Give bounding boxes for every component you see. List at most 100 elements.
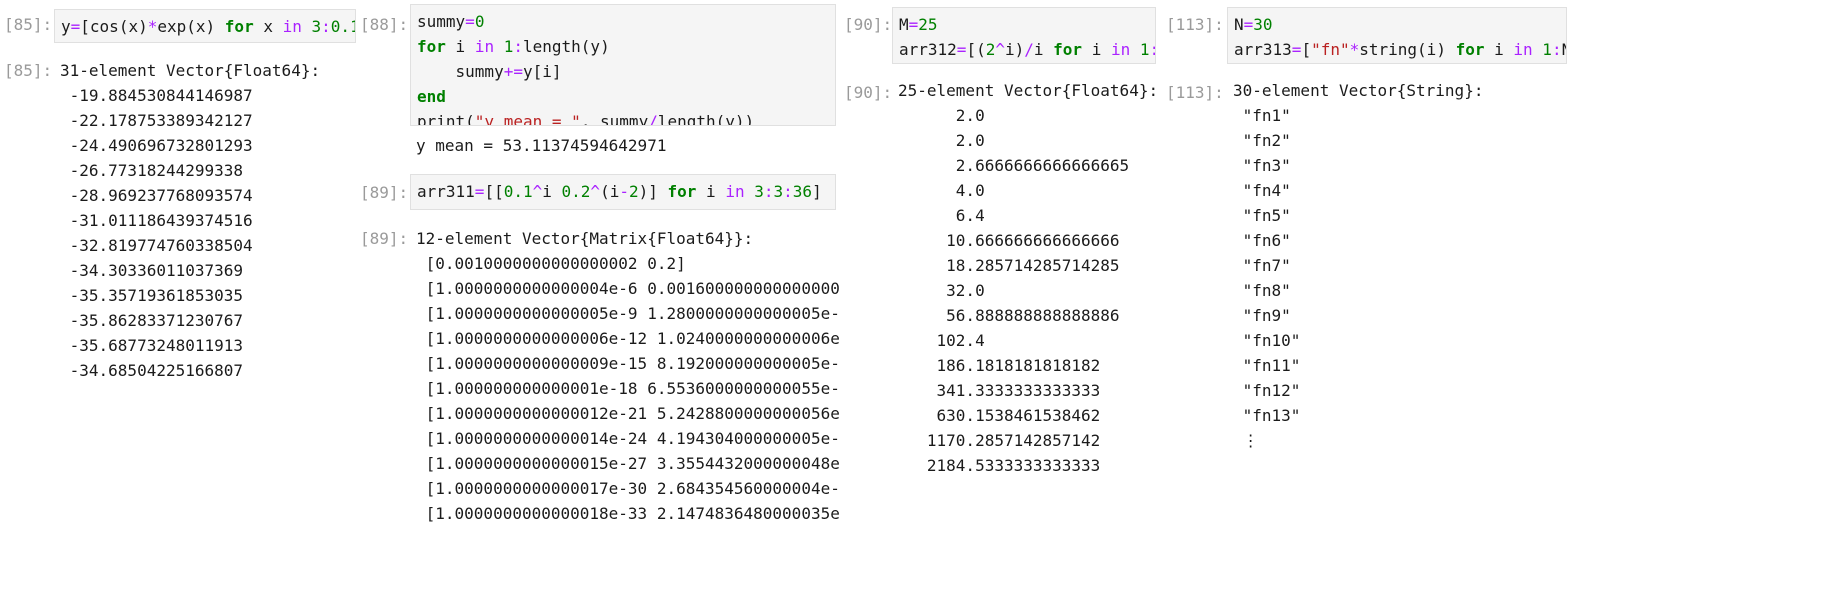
input-prompt: [85]: xyxy=(4,15,53,34)
code-token: arr311 xyxy=(417,182,475,201)
output-line: -35.68773248011913 xyxy=(60,336,244,355)
code-cell-input[interactable]: N=30arr313=["fn"*string(i) for i in 1:N] xyxy=(1227,7,1567,64)
code-token: 30 xyxy=(1253,15,1273,34)
code-line[interactable]: arr311=[[0.1^i 0.2^(i-2)] for i in 3:3:3… xyxy=(417,179,829,204)
output-line: 2.6666666666666665 xyxy=(898,156,1130,175)
output-line: -34.30336011037369 xyxy=(60,261,244,280)
cell-output: 12-element Vector{Matrix{Float64}}: [0.0… xyxy=(416,226,840,526)
code-line[interactable]: N=30 xyxy=(1234,12,1560,37)
code-token: = xyxy=(474,182,485,201)
code-token: exp(x) xyxy=(157,17,225,36)
stdout-line: y mean = 53.11374594642971 xyxy=(416,136,667,155)
code-token: for xyxy=(224,17,254,36)
code-cell-input[interactable]: M=25arr312=[(2^i)/i for i in 1:M] xyxy=(892,7,1156,64)
code-line[interactable]: M=25 xyxy=(899,12,1149,37)
output-line: 1170.2857142857142 xyxy=(898,431,1101,450)
code-token: print( xyxy=(417,112,475,126)
output-line: 10.666666666666666 xyxy=(898,231,1120,250)
code-token: [ xyxy=(1301,40,1312,59)
cell-output: 25-element Vector{Float64}: 2.0 2.0 2.66… xyxy=(898,78,1160,476)
output-line: 2.0 xyxy=(898,131,985,150)
code-line[interactable]: arr312=[(2^i)/i for i in 1:M] xyxy=(899,37,1155,62)
output-line: "fn8" xyxy=(1233,281,1291,300)
output-line: 2184.5333333333333 xyxy=(898,456,1101,475)
code-token: M xyxy=(899,15,909,34)
code-token: (i xyxy=(600,182,620,201)
code-token: i xyxy=(1033,40,1054,59)
output-line: 32.0 xyxy=(898,281,985,300)
output-line: 56.888888888888886 xyxy=(898,306,1120,325)
output-line: [1.0000000000000009e-15 8.19200000000000… xyxy=(416,354,840,373)
output-line: -32.819774760338504 xyxy=(60,236,253,255)
code-line[interactable]: y=[cos(x)*exp(x) for x in 3:0.1:6] xyxy=(61,14,355,39)
code-line[interactable]: summy+=y[i] xyxy=(417,59,829,84)
output-line: [1.000000000000001e-18 6.553600000000005… xyxy=(416,379,840,398)
code-token: [( xyxy=(966,40,986,59)
output-line: 30-element Vector{String}: xyxy=(1233,81,1484,100)
code-token: [cos(x) xyxy=(80,17,148,36)
code-token: 36 xyxy=(792,182,813,201)
output-line: -22.178753389342127 xyxy=(60,111,253,130)
output-line: "fn5" xyxy=(1233,206,1291,225)
output-line: "fn1" xyxy=(1233,106,1291,125)
output-line: 31-element Vector{Float64}: xyxy=(60,61,321,80)
output-prompt: [85]: xyxy=(4,61,53,80)
output-line: "fn12" xyxy=(1233,381,1301,400)
code-token: N] xyxy=(1562,40,1566,59)
code-token: [[ xyxy=(484,182,504,201)
output-line: -34.68504225166807 xyxy=(60,361,244,380)
output-line: "fn10" xyxy=(1233,331,1301,350)
code-line[interactable]: summy=0 xyxy=(417,9,829,34)
code-token: ^ xyxy=(532,182,543,201)
input-prompt: [113]: xyxy=(1166,15,1224,34)
code-cell-input[interactable]: summy=0 for i in 1:length(y) summy+=y[i] e… xyxy=(410,4,836,126)
code-token: i) xyxy=(1004,40,1025,59)
code-token: : xyxy=(1551,40,1562,59)
code-token: * xyxy=(1349,40,1360,59)
output-line: -28.969237768093574 xyxy=(60,186,253,205)
output-line: "fn6" xyxy=(1233,231,1291,250)
code-line[interactable]: for i in 1:length(y) xyxy=(417,34,829,59)
code-cell-input[interactable]: y=[cos(x)*exp(x) for x in 3:0.1:6] xyxy=(54,9,356,43)
output-line: "fn3" xyxy=(1233,156,1291,175)
code-line[interactable]: arr313=["fn"*string(i) for i in 1:N] xyxy=(1234,37,1566,62)
output-line: [1.0000000000000014e-24 4.19430400000000… xyxy=(416,429,840,448)
code-token: 1 xyxy=(1139,40,1150,59)
code-line[interactable]: end xyxy=(417,84,829,109)
code-token: 3 xyxy=(754,182,764,201)
code-token: * xyxy=(147,17,158,36)
code-cell-input[interactable]: arr311=[[0.1^i 0.2^(i-2)] for i in 3:3:3… xyxy=(410,174,836,210)
code-token: in xyxy=(474,37,495,56)
code-token: ^ xyxy=(995,40,1005,59)
code-token: for xyxy=(417,37,446,56)
cell-output: 30-element Vector{String}: "fn1" "fn2" "… xyxy=(1233,78,1553,458)
code-token: x xyxy=(253,17,283,36)
code-token: y xyxy=(61,17,71,36)
code-token: "fn" xyxy=(1311,40,1350,59)
code-token: ] xyxy=(812,182,822,201)
code-token: 1 xyxy=(1542,40,1552,59)
code-token: 0.1 xyxy=(330,17,355,36)
code-token: in xyxy=(1513,40,1533,59)
input-prompt: [88]: xyxy=(360,15,409,34)
code-token: 1 xyxy=(503,37,514,56)
output-line: [1.0000000000000017e-30 2.68435456000000… xyxy=(416,479,840,498)
output-line: 102.4 xyxy=(898,331,985,350)
input-prompt: [90]: xyxy=(844,15,893,34)
code-line[interactable]: print("y mean = ", summy/length(y)) xyxy=(417,109,829,126)
code-token: = xyxy=(956,40,967,59)
code-token: for xyxy=(1053,40,1083,59)
code-token: in xyxy=(1110,40,1131,59)
code-token: in xyxy=(282,17,302,36)
code-token: : xyxy=(321,17,331,36)
output-prompt: [89]: xyxy=(360,229,409,248)
code-token: 2 xyxy=(985,40,996,59)
code-token: i xyxy=(696,182,726,201)
input-prompt: [89]: xyxy=(360,183,409,202)
code-token: for xyxy=(667,182,697,201)
code-token: summy xyxy=(417,12,466,31)
output-line: 2.0 xyxy=(898,106,985,125)
output-line: 6.4 xyxy=(898,206,985,225)
output-line: "fn2" xyxy=(1233,131,1291,150)
